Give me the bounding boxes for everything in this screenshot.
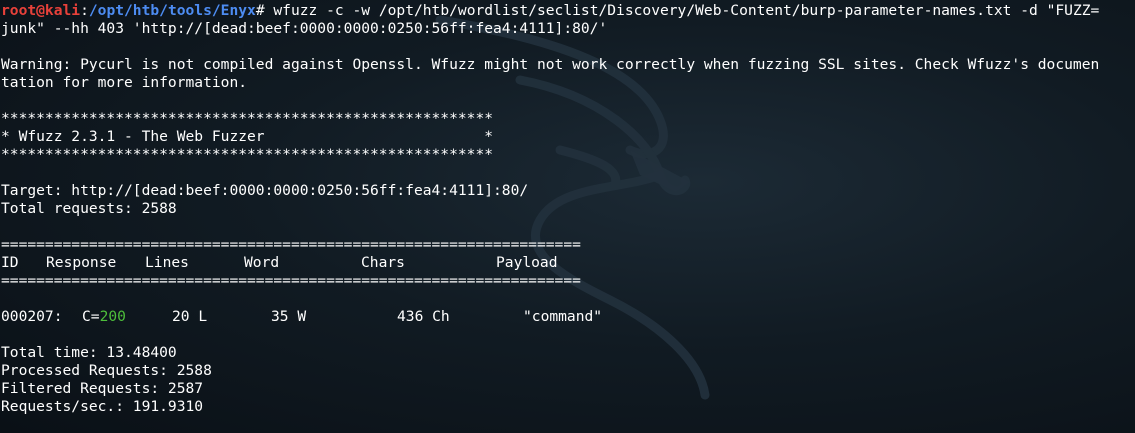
row-word: 35 W [271,308,307,325]
row-payload: "command" [523,308,603,325]
command-text-1: wfuzz -c -w /opt/htb/wordlist/seclist/Di… [264,2,1100,19]
header-id: ID [1,254,19,271]
table-row: 000207: C=200 20 L 35 W 436 Ch "command" [1,308,1135,326]
warning-line-2: tation for more information. [1,74,248,91]
header-lines: Lines [145,254,189,271]
header-chars: Chars [361,254,405,271]
prompt-symbol: # [255,2,265,19]
target-line: Target: http://[dead:beef:0000:0000:0250… [1,182,529,199]
warning-line-1: Warning: Pycurl is not compiled against … [1,56,1100,73]
prompt-user-host: root@kali [1,2,81,19]
row-lines: 20 L [172,308,208,325]
banner-stars-top: ****************************************… [1,110,494,127]
prompt-path: /opt/htb/tools/Enyx [88,2,256,19]
command-line-2: junk" --hh 403 'http://[dead:beef:0000:0… [1,20,608,37]
command-line-1: root@kali:/opt/htb/tools/Enyx# wfuzz -c … [1,2,1135,20]
prompt-separator: : [80,2,89,19]
header-response: Response [46,254,117,271]
table-divider-top: ========================================… [1,236,581,253]
filtered-requests-line: Filtered Requests: 2587 [1,380,204,397]
table-header-row: ID Response Lines Word Chars Payload [1,254,1135,272]
row-code: C=200 [82,308,126,326]
banner-stars-bottom: ****************************************… [1,146,494,163]
total-requests-line: Total requests: 2588 [1,200,177,217]
status-code: 200 [99,308,126,325]
row-id: 000207: [1,308,63,325]
row-chars: 436 Ch [397,308,450,325]
row-code-prefix: C= [82,308,100,325]
header-word: Word [244,254,280,271]
terminal-window[interactable]: root@kali:/opt/htb/tools/Enyx# wfuzz -c … [0,0,1135,433]
total-time-line: Total time: 13.48400 [1,344,177,361]
header-payload: Payload [496,254,558,271]
requests-per-sec-line: Requests/sec.: 191.9310 [1,398,204,415]
banner-title: * Wfuzz 2.3.1 - The Web Fuzzer * [1,128,494,145]
processed-requests-line: Processed Requests: 2588 [1,362,212,379]
table-divider-bottom: ========================================… [1,272,581,289]
